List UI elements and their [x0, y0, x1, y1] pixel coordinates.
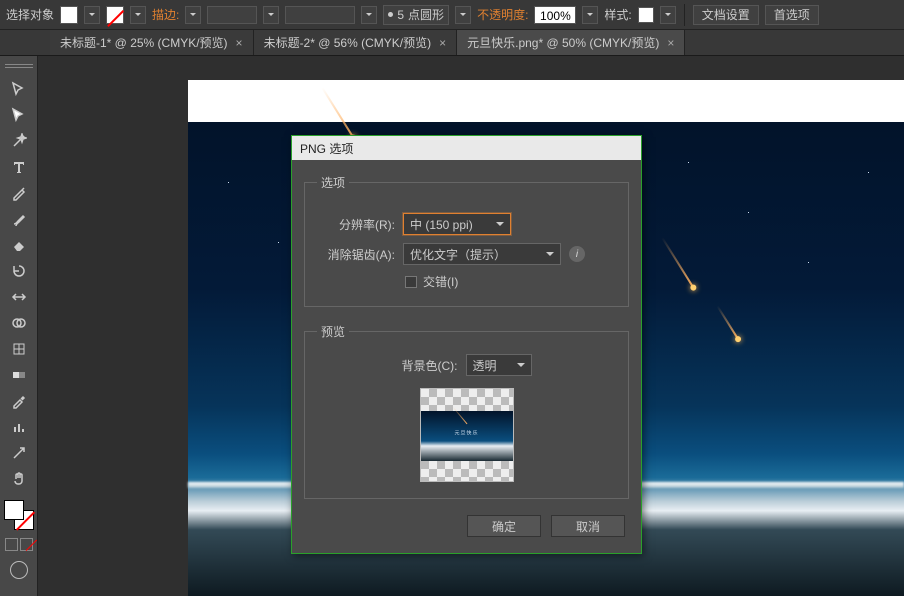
- type-tool-icon[interactable]: [7, 156, 31, 178]
- stroke-style-dd[interactable]: [263, 6, 279, 24]
- options-group: 选项 分辨率(R): 中 (150 ppi) 消除锯齿(A): 优化文字（提示）…: [304, 174, 629, 307]
- tab-doc1[interactable]: 未标题-1* @ 25% (CMYK/预览) ×: [50, 30, 254, 55]
- chevron-down-icon: [496, 222, 504, 230]
- tab-doc3[interactable]: 元旦快乐.png* @ 50% (CMYK/预览) ×: [457, 30, 685, 55]
- chevron-down-icon: [546, 252, 554, 260]
- bgcolor-dropdown[interactable]: 透明: [466, 354, 532, 376]
- select-object-label: 选择对象: [6, 6, 54, 23]
- paintbrush-tool-icon[interactable]: [7, 208, 31, 230]
- artwork-comet: [661, 237, 694, 289]
- stroke-swatch-none[interactable]: [106, 6, 124, 24]
- panel-grabber[interactable]: [5, 62, 33, 70]
- brush-shape: 点圆形: [408, 6, 444, 23]
- stroke-weight-stepper[interactable]: [185, 6, 201, 24]
- fill-swatch-menu[interactable]: [84, 6, 100, 24]
- fill-swatch[interactable]: [60, 6, 78, 24]
- tab-doc2[interactable]: 未标题-2* @ 56% (CMYK/预览) ×: [254, 30, 458, 55]
- eraser-tool-icon[interactable]: [7, 234, 31, 256]
- mesh-tool-icon[interactable]: [7, 338, 31, 360]
- opacity-input[interactable]: 100%: [534, 6, 576, 24]
- stroke-swatch-menu[interactable]: [130, 6, 146, 24]
- options-bar: 选择对象 描边: 5 点圆形 不透明度: 100% 样式: 文档设置 首选项: [0, 0, 904, 30]
- hand-tool-icon[interactable]: [7, 468, 31, 490]
- close-icon[interactable]: ×: [667, 36, 674, 50]
- cancel-button[interactable]: 取消: [551, 515, 625, 537]
- document-tabs: 未标题-1* @ 25% (CMYK/预览) × 未标题-2* @ 56% (C…: [0, 30, 904, 56]
- brush-selector[interactable]: 5 点圆形: [383, 5, 449, 25]
- document-setup-button[interactable]: 文档设置: [693, 5, 759, 25]
- style-dd[interactable]: [660, 6, 676, 24]
- opacity-dd[interactable]: [582, 6, 598, 24]
- draw-mode-icon[interactable]: [10, 561, 28, 579]
- brush-pt: 5: [397, 8, 404, 22]
- width-tool-icon[interactable]: [7, 286, 31, 308]
- style-label: 样式:: [604, 6, 631, 23]
- resolution-dropdown[interactable]: 中 (150 ppi): [403, 213, 511, 235]
- artwork-comet: [717, 306, 740, 341]
- info-icon[interactable]: i: [569, 246, 585, 262]
- tab-label: 未标题-1* @ 25% (CMYK/预览): [60, 34, 228, 51]
- antialias-dropdown[interactable]: 优化文字（提示）: [403, 243, 561, 265]
- bgcolor-value: 透明: [473, 357, 497, 374]
- resolution-label: 分辨率(R):: [317, 216, 395, 233]
- png-options-dialog: PNG 选项 选项 分辨率(R): 中 (150 ppi) 消除锯齿(A): 优…: [291, 135, 642, 554]
- close-icon[interactable]: ×: [439, 36, 446, 50]
- pen-tool-icon[interactable]: [7, 182, 31, 204]
- resolution-value: 中 (150 ppi): [410, 216, 473, 233]
- gradient-tool-icon[interactable]: [7, 364, 31, 386]
- close-icon[interactable]: ×: [236, 36, 243, 50]
- options-legend: 选项: [317, 174, 349, 191]
- preferences-button[interactable]: 首选项: [765, 5, 819, 25]
- bgcolor-label: 背景色(C):: [402, 357, 458, 374]
- stroke-weight-input[interactable]: [207, 6, 257, 24]
- fill-stroke-indicator[interactable]: [4, 500, 34, 530]
- opacity-label: 不透明度:: [477, 6, 528, 23]
- chevron-down-icon: [517, 363, 525, 371]
- ok-button[interactable]: 确定: [467, 515, 541, 537]
- antialias-label: 消除锯齿(A):: [317, 246, 395, 263]
- preview-thumbnail: 元旦快乐: [420, 388, 514, 482]
- antialias-value: 优化文字（提示）: [410, 246, 506, 263]
- stroke-label: 描边:: [152, 6, 179, 23]
- stroke-profile[interactable]: [285, 6, 355, 24]
- divider: [684, 4, 685, 26]
- style-swatch[interactable]: [638, 7, 654, 23]
- selection-tool-icon[interactable]: [7, 78, 31, 100]
- stroke-profile-dd[interactable]: [361, 6, 377, 24]
- tool-panel: [0, 56, 38, 596]
- slice-tool-icon[interactable]: [7, 442, 31, 464]
- shape-builder-tool-icon[interactable]: [7, 312, 31, 334]
- magic-wand-tool-icon[interactable]: [7, 130, 31, 152]
- artboard-top-margin: [188, 80, 904, 122]
- interlace-checkbox[interactable]: [405, 276, 417, 288]
- direct-selection-tool-icon[interactable]: [7, 104, 31, 126]
- rotate-tool-icon[interactable]: [7, 260, 31, 282]
- color-mode-toggle[interactable]: [5, 538, 33, 551]
- dialog-title: PNG 选项: [292, 136, 641, 160]
- brush-dd[interactable]: [455, 6, 471, 24]
- column-graph-tool-icon[interactable]: [7, 416, 31, 438]
- eyedropper-tool-icon[interactable]: [7, 390, 31, 412]
- tab-label: 元旦快乐.png* @ 50% (CMYK/预览): [467, 34, 659, 51]
- preview-group: 预览 背景色(C): 透明 元旦快乐: [304, 323, 629, 499]
- interlace-label: 交错(I): [423, 273, 458, 290]
- preview-legend: 预览: [317, 323, 349, 340]
- tab-label: 未标题-2* @ 56% (CMYK/预览): [264, 34, 432, 51]
